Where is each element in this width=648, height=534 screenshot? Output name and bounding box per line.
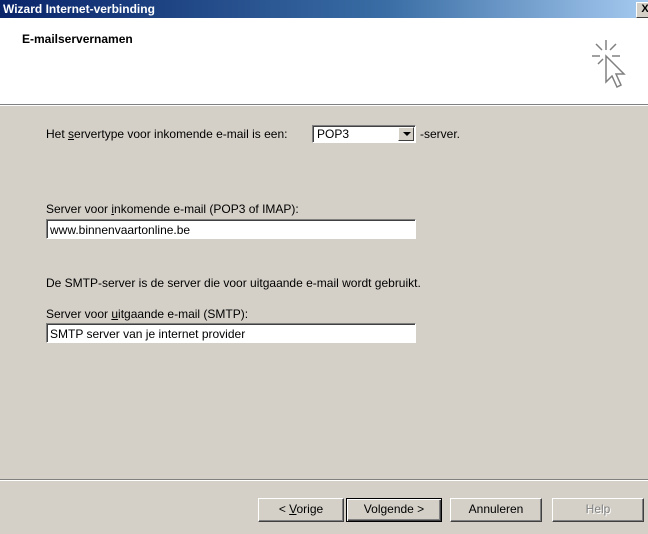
next-button[interactable]: Volgende > [346, 498, 442, 522]
footer-divider-highlight [0, 480, 648, 481]
server-type-label: Het servertype voor inkomende e-mail is … [46, 127, 288, 141]
window-title: Wizard Internet-verbinding [3, 2, 155, 16]
wizard-content [0, 106, 648, 476]
server-type-suffix: -server. [420, 127, 461, 141]
smtp-info-text: De SMTP-server is de server die voor uit… [46, 276, 421, 290]
help-button[interactable]: Help [552, 498, 644, 522]
wizard-cursor-sparkle-icon [592, 40, 626, 89]
back-button[interactable]: < Vorige [258, 498, 344, 522]
wizard-header: E-mailservernamen [0, 18, 648, 105]
outgoing-server-label: Server voor uitgaande e-mail (SMTP): [46, 307, 249, 321]
outgoing-server-field[interactable]: SMTP server van je internet provider [46, 323, 416, 343]
incoming-server-field[interactable]: www.binnenvaartonline.be [46, 219, 416, 239]
close-button[interactable]: X [636, 2, 648, 18]
cancel-button[interactable]: Annuleren [450, 498, 542, 522]
server-type-select[interactable]: POP3 [312, 125, 416, 143]
page-title: E-mailservernamen [22, 32, 133, 46]
incoming-server-label: Server voor inkomende e-mail (POP3 of IM… [46, 202, 299, 216]
chevron-down-icon[interactable] [398, 127, 414, 141]
title-bar[interactable]: Wizard Internet-verbinding X [0, 0, 648, 18]
wizard-window: Wizard Internet-verbinding X E-mailserve… [0, 0, 648, 534]
server-type-value: POP3 [317, 127, 350, 141]
